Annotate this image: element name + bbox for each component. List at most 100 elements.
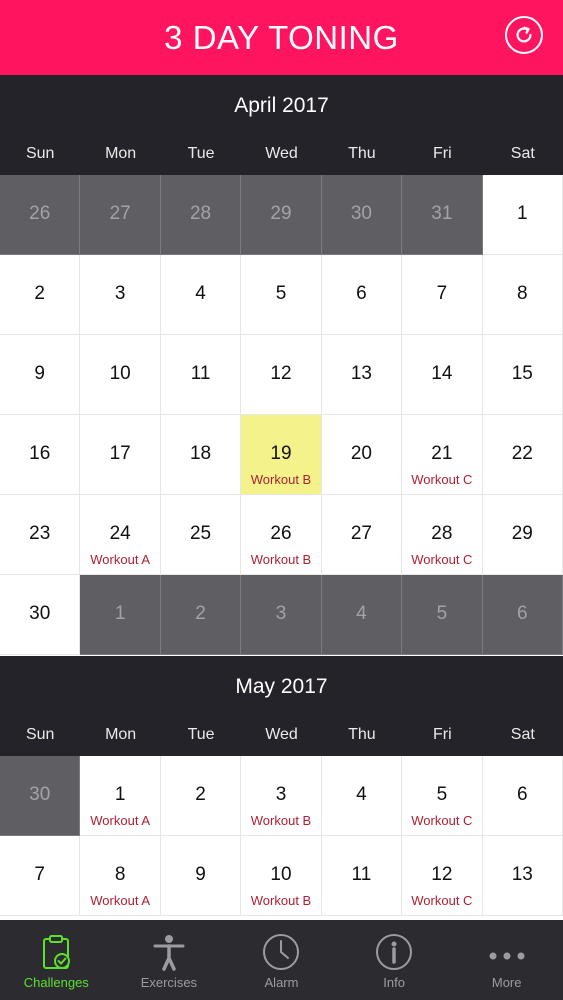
calendar-day[interactable]: 12: [241, 335, 322, 415]
calendar-day[interactable]: 11: [160, 335, 242, 415]
calendar-day[interactable]: 16: [0, 415, 81, 495]
month-header-may: May 2017 Sun Mon Tue Wed Thu Fri Sat: [0, 656, 563, 756]
day-number: 6: [516, 784, 528, 805]
calendar-day-outside[interactable]: 28: [160, 175, 242, 255]
calendar-day-outside[interactable]: 30: [0, 756, 81, 836]
weekday-label: Wed: [265, 145, 298, 162]
calendar-day[interactable]: 8: [482, 255, 563, 335]
tab-label: Challenges: [23, 975, 89, 990]
tab-alarm[interactable]: Alarm: [225, 920, 338, 1000]
day-number: 14: [431, 363, 453, 384]
refresh-button[interactable]: [505, 16, 543, 54]
calendar-day[interactable]: 10: [80, 335, 161, 415]
workout-label: Workout C: [411, 893, 473, 908]
calendar-day[interactable]: 1: [482, 175, 563, 255]
calendar-day[interactable]: 12 Workout C: [402, 836, 483, 916]
calendar-day[interactable]: 21 Workout C: [402, 415, 483, 495]
calendar-day[interactable]: 4: [321, 756, 403, 836]
day-number: 1: [114, 603, 126, 624]
calendar-day[interactable]: 9: [160, 836, 242, 916]
info-icon: [376, 934, 413, 970]
calendar-day[interactable]: 17: [80, 415, 161, 495]
calendar-day-outside[interactable]: 1: [80, 575, 161, 655]
calendar-day[interactable]: 10 Workout B: [241, 836, 322, 916]
clock-icon: [263, 934, 300, 970]
day-number: 21: [431, 443, 453, 464]
calendar-day-outside[interactable]: 2: [160, 575, 242, 655]
calendar-day-outside[interactable]: 27: [80, 175, 161, 255]
day-number: 19: [270, 443, 292, 464]
day-number: 4: [356, 603, 367, 624]
calendar-day[interactable]: 8 Workout A: [80, 836, 161, 916]
day-number: 9: [195, 864, 206, 885]
tab-more[interactable]: More: [450, 920, 563, 1000]
day-number: 3: [275, 603, 287, 624]
day-number: 2: [195, 603, 206, 624]
calendar-day[interactable]: 2: [0, 255, 81, 335]
calendar-day[interactable]: 9: [0, 335, 81, 415]
day-number: 24: [109, 523, 131, 544]
calendar-day-outside[interactable]: 6: [482, 575, 563, 655]
calendar-day[interactable]: 15: [482, 335, 563, 415]
calendar-day[interactable]: 5: [241, 255, 322, 335]
calendar-day-outside[interactable]: 3: [241, 575, 322, 655]
day-number: 15: [511, 363, 533, 384]
app-header: 3 DAY TONING: [0, 0, 563, 75]
day-number: 28: [431, 523, 453, 544]
calendar-day[interactable]: 28 Workout C: [402, 495, 483, 575]
calendar-day[interactable]: 2: [160, 756, 242, 836]
calendar-day-outside[interactable]: 4: [321, 575, 403, 655]
day-number: 29: [511, 523, 533, 544]
tab-label: Exercises: [140, 975, 198, 990]
day-number: 5: [275, 283, 287, 304]
calendar-day[interactable]: 4: [160, 255, 242, 335]
calendar-day[interactable]: 7: [402, 255, 483, 335]
day-number: 22: [511, 443, 533, 464]
day-number: 31: [431, 203, 453, 224]
calendar-day[interactable]: 18: [160, 415, 242, 495]
calendar-day-outside[interactable]: 31: [402, 175, 483, 255]
tab-info[interactable]: Info: [338, 920, 451, 1000]
calendar-day[interactable]: 13: [321, 335, 403, 415]
calendar-day[interactable]: 11: [321, 836, 403, 916]
calendar-day[interactable]: 24 Workout A: [80, 495, 161, 575]
day-number: 18: [189, 443, 212, 464]
weekday-label: Sun: [25, 726, 55, 743]
calendar-day-outside[interactable]: 26: [0, 175, 81, 255]
calendar-day[interactable]: 20: [321, 415, 403, 495]
calendar-day[interactable]: 26 Workout B: [241, 495, 322, 575]
weekday-label: Tue: [187, 726, 215, 743]
calendar-day[interactable]: 30: [0, 575, 81, 655]
calendar-day[interactable]: 29: [482, 495, 563, 575]
workout-label: Workout B: [250, 893, 312, 908]
app-title: 3 DAY TONING: [164, 18, 399, 56]
calendar-day[interactable]: 7: [0, 836, 81, 916]
calendar-day[interactable]: 22: [482, 415, 563, 495]
calendar-day[interactable]: 5 Workout C: [402, 756, 483, 836]
calendar-day[interactable]: 3 Workout B: [241, 756, 322, 836]
calendar-day[interactable]: 13: [482, 836, 563, 916]
calendar-day-outside[interactable]: 5: [402, 575, 483, 655]
day-number: 12: [270, 363, 292, 384]
calendar-day[interactable]: 14: [402, 335, 483, 415]
tab-bar: Challenges Exercises Alarm Info More: [0, 920, 563, 1000]
person-icon: [153, 935, 185, 971]
calendar-day[interactable]: 6: [321, 255, 403, 335]
workout-label: Workout C: [411, 552, 473, 567]
day-number: 26: [270, 523, 292, 544]
workout-label: Workout A: [90, 813, 150, 828]
day-number: 26: [29, 203, 51, 224]
calendar-day-today[interactable]: 19 Workout B: [241, 415, 322, 495]
calendar-day[interactable]: 1 Workout A: [80, 756, 161, 836]
calendar-day[interactable]: 3: [80, 255, 161, 335]
calendar-day[interactable]: 23: [0, 495, 81, 575]
tab-challenges[interactable]: Challenges: [0, 920, 113, 1000]
month-title: May 2017: [235, 675, 328, 698]
day-number: 5: [436, 784, 448, 805]
calendar-day[interactable]: 6: [482, 756, 563, 836]
calendar-day[interactable]: 25: [160, 495, 242, 575]
tab-exercises[interactable]: Exercises: [113, 920, 226, 1000]
calendar-day-outside[interactable]: 29: [241, 175, 322, 255]
calendar-day-outside[interactable]: 30: [321, 175, 403, 255]
calendar-day[interactable]: 27: [321, 495, 403, 575]
